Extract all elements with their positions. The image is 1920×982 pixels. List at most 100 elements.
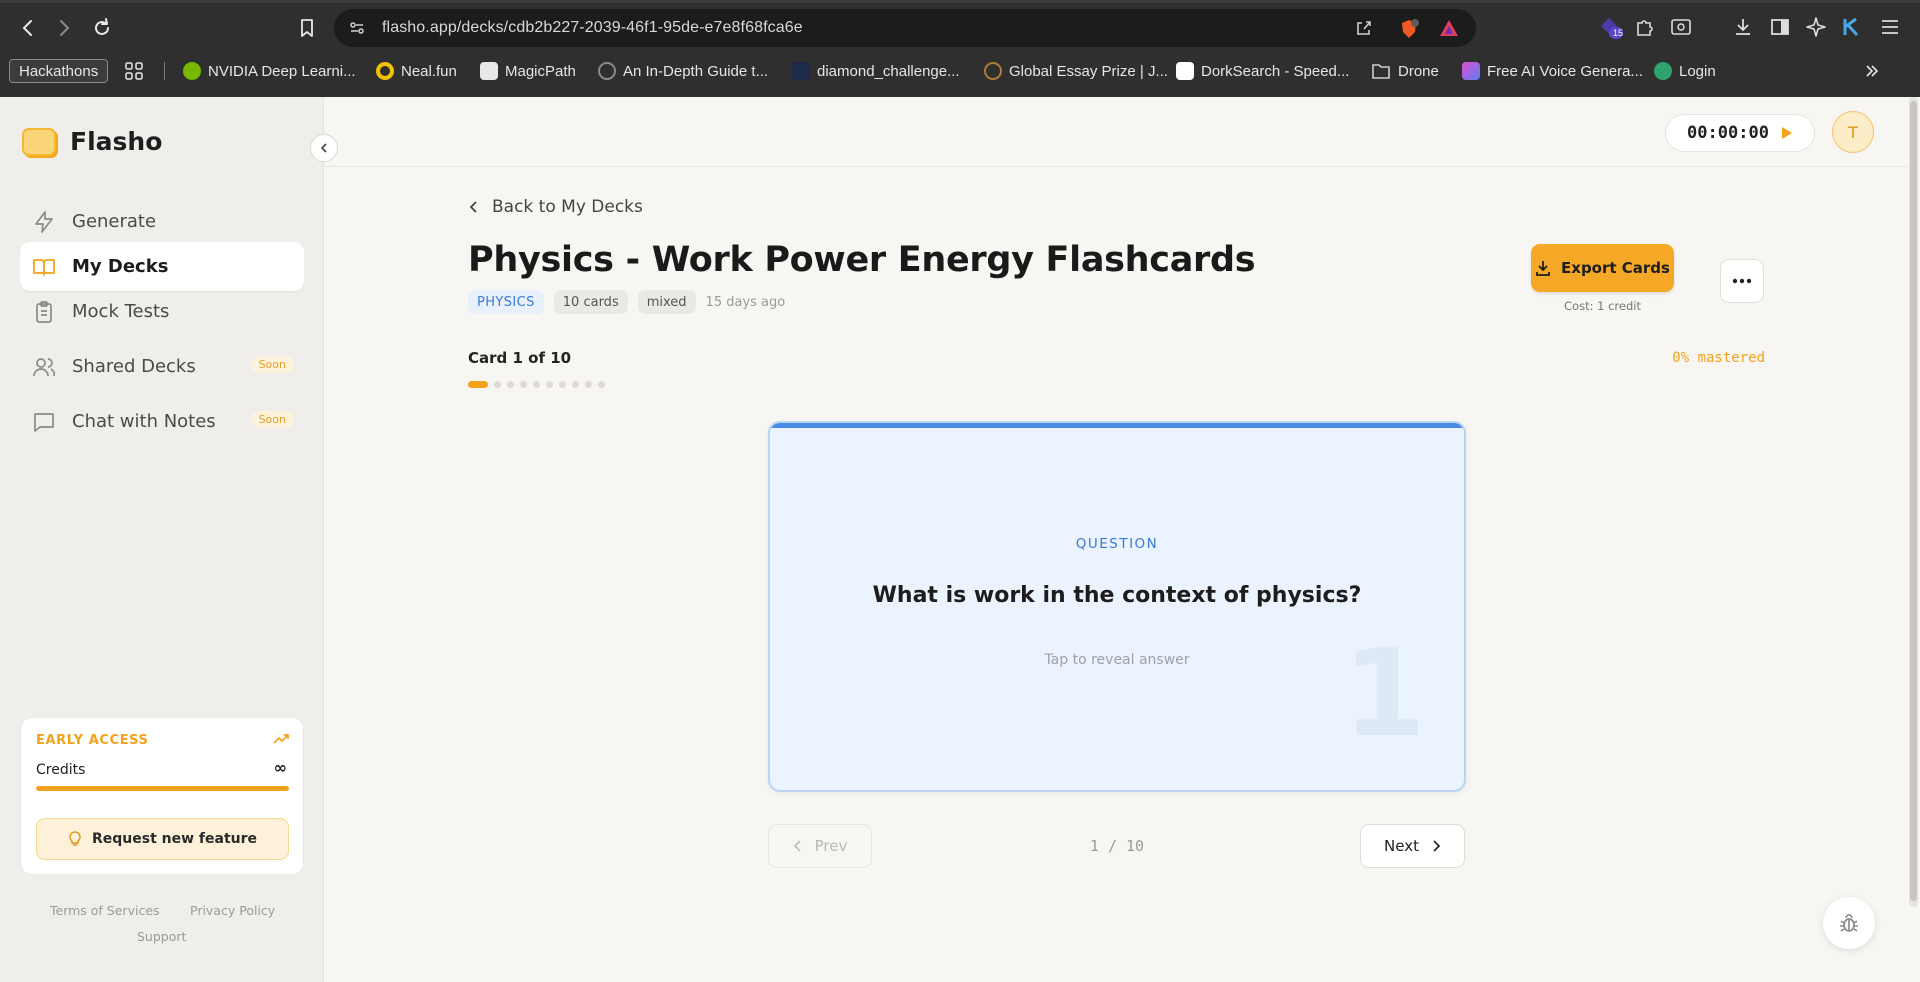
sidebar-toggle-icon[interactable]: [1767, 14, 1793, 40]
chevron-left-icon: [469, 201, 477, 213]
apps-grid-icon[interactable]: [124, 59, 144, 83]
flashcard-accent-bar: [770, 423, 1464, 428]
progress-dot[interactable]: [533, 381, 540, 388]
sidebar-item-my-decks[interactable]: My Decks: [20, 242, 304, 291]
menu-icon[interactable]: [1877, 14, 1903, 40]
avatar[interactable]: T: [1832, 111, 1874, 153]
brave-shield-icon[interactable]: [1398, 18, 1420, 40]
sidebar-item-chat-with-notes[interactable]: Chat with Notes Soon: [20, 397, 304, 446]
back-icon[interactable]: [14, 14, 42, 42]
share-icon[interactable]: [1354, 18, 1374, 38]
clipboard-icon: [36, 300, 52, 323]
folder-icon: [1372, 64, 1390, 79]
prev-button[interactable]: Prev: [768, 824, 872, 868]
credits-progress-fill: [36, 786, 289, 791]
progress-dot[interactable]: [585, 381, 592, 388]
sidebar-item-label: Mock Tests: [72, 301, 170, 322]
report-bug-button[interactable]: [1823, 897, 1875, 949]
site-info-icon[interactable]: [348, 19, 366, 37]
progress-dot[interactable]: [559, 381, 566, 388]
url-text[interactable]: flasho.app/decks/cdb2b227-2039-46f1-95de…: [382, 19, 803, 37]
early-access-card: EARLY ACCESS Credits ∞ Request new featu…: [20, 717, 304, 875]
progress-dot[interactable]: [520, 381, 527, 388]
progress-dot[interactable]: [494, 381, 501, 388]
collapse-sidebar-button[interactable]: [310, 134, 338, 162]
bookmark-nvidia[interactable]: NVIDIA Deep Learni...: [183, 59, 356, 83]
next-button[interactable]: Next: [1360, 824, 1465, 868]
progress-dot[interactable]: [507, 381, 514, 388]
export-cards-button[interactable]: Export Cards: [1531, 244, 1674, 292]
bookmark-magicpath[interactable]: MagicPath: [480, 59, 576, 83]
credits-progress-bar: [36, 786, 289, 791]
extensions-puzzle-icon[interactable]: [1632, 14, 1658, 40]
bookmark-nealfun[interactable]: Neal.fun: [376, 59, 457, 83]
profile-k-icon[interactable]: [1838, 14, 1864, 40]
support-link[interactable]: Support: [137, 929, 186, 944]
bookmark-icon[interactable]: [293, 14, 321, 42]
page-title: Physics - Work Power Energy Flashcards: [468, 240, 1256, 280]
bookmarks-overflow-icon[interactable]: [1864, 59, 1880, 83]
progress-dot[interactable]: [598, 381, 605, 388]
bookmark-label: Drone: [1398, 62, 1439, 80]
scrollbar-thumb[interactable]: [1910, 101, 1917, 901]
back-to-decks-link[interactable]: Back to My Decks: [468, 197, 643, 217]
sidebar-item-generate[interactable]: Generate: [20, 197, 304, 246]
subject-tag: PHYSICS: [468, 290, 544, 314]
deck-tags: PHYSICS 10 cards mixed 15 days ago: [468, 290, 794, 314]
page-scrollbar[interactable]: [1909, 97, 1918, 907]
download-icon[interactable]: [1730, 14, 1756, 40]
bookmark-login[interactable]: Login: [1654, 59, 1716, 83]
card-progress-dots: [468, 381, 605, 388]
sidebar-item-shared-decks[interactable]: Shared Decks Soon: [20, 342, 304, 391]
bookmark-label: Global Essay Prize | J...: [1009, 62, 1168, 80]
bookmark-dorksearch[interactable]: DorkSearch - Speed...: [1176, 59, 1349, 83]
bookmark-global-essay[interactable]: Global Essay Prize | J...: [984, 59, 1168, 83]
bookmark-indepth-guide[interactable]: An In-Depth Guide t...: [598, 59, 768, 83]
early-access-title: EARLY ACCESS: [36, 733, 149, 748]
bug-icon: [1840, 914, 1858, 932]
chevron-left-icon: [793, 840, 801, 852]
more-options-button[interactable]: [1720, 259, 1764, 303]
sidebar: Flasho Generate My Decks Mock Tests Shar…: [0, 97, 324, 982]
more-horizontal-icon: [1732, 278, 1752, 284]
bookmark-hackathons[interactable]: Hackathons: [9, 59, 109, 83]
bookmark-ai-voice[interactable]: Free AI Voice Genera...: [1462, 59, 1643, 83]
privacy-link[interactable]: Privacy Policy: [190, 903, 275, 918]
wallet-icon[interactable]: [1668, 14, 1694, 40]
users-icon: [33, 357, 56, 376]
mastered-label: 0% mastered: [1672, 350, 1765, 366]
flashcard[interactable]: QUESTION What is work in the context of …: [768, 421, 1466, 792]
forward-icon[interactable]: [50, 14, 78, 42]
timer-value: 00:00:00: [1687, 123, 1769, 143]
progress-dot[interactable]: [546, 381, 553, 388]
bookmark-label: Neal.fun: [401, 62, 457, 80]
sidebar-item-label: Chat with Notes: [72, 411, 216, 432]
bookmark-diamond-challenge[interactable]: diamond_challenge...: [792, 59, 960, 83]
play-icon[interactable]: [1781, 126, 1793, 140]
nealfun-icon: [376, 62, 394, 80]
progress-dot[interactable]: [572, 381, 579, 388]
sidebar-item-label: My Decks: [72, 256, 169, 277]
brand-logo[interactable]: Flasho: [22, 127, 162, 156]
bookmarks-divider: [164, 62, 165, 80]
trending-up-icon: [273, 734, 289, 744]
extension-badge-icon[interactable]: 15: [1597, 14, 1623, 40]
bookmark-label: Login: [1679, 62, 1716, 80]
essay-icon: [984, 62, 1002, 80]
browser-chrome: flasho.app/decks/cdb2b227-2039-46f1-95de…: [0, 0, 1920, 97]
sidebar-item-mock-tests[interactable]: Mock Tests: [20, 287, 304, 336]
mode-tag: mixed: [637, 290, 696, 314]
bookmark-label: DorkSearch - Speed...: [1201, 62, 1350, 80]
card-number-watermark: 1: [1342, 625, 1427, 764]
progress-dot[interactable]: [468, 381, 488, 388]
address-bar[interactable]: flasho.app/decks/cdb2b227-2039-46f1-95de…: [334, 9, 1476, 47]
bookmark-drone-folder[interactable]: Drone: [1371, 59, 1439, 83]
bookmark-label: NVIDIA Deep Learni...: [208, 62, 356, 80]
brave-rewards-icon[interactable]: [1438, 18, 1460, 38]
terms-link[interactable]: Terms of Services: [50, 903, 160, 918]
reload-icon[interactable]: [88, 14, 116, 42]
request-feature-button[interactable]: Request new feature: [36, 818, 289, 860]
login-icon: [1654, 62, 1672, 80]
study-timer[interactable]: 00:00:00: [1665, 114, 1815, 152]
leo-ai-icon[interactable]: [1803, 14, 1829, 40]
